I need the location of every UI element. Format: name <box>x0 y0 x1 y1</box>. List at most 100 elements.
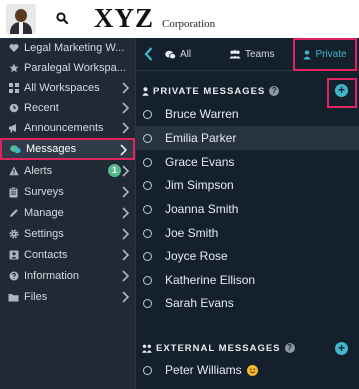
tab-all[interactable]: All <box>165 38 191 71</box>
contact-item[interactable]: Peter Williams <box>136 359 359 381</box>
sidebar-item-files[interactable]: Files <box>0 287 135 307</box>
sidebar-item-messages[interactable]: Messages <box>0 138 135 160</box>
chat-bubbles-icon <box>165 50 176 60</box>
contact-item[interactable]: Sarah Evans <box>136 292 359 314</box>
status-ring-icon <box>143 157 152 167</box>
sidebar-item-settings[interactable]: Settings <box>0 224 135 244</box>
sidebar-item-label: All Workspaces <box>24 82 100 94</box>
tab-teams[interactable]: Teams <box>229 38 274 71</box>
status-ring-icon <box>143 228 152 238</box>
status-ring-icon <box>143 133 152 143</box>
clipboard-icon <box>8 186 19 198</box>
sidebar-item-contacts[interactable]: Contacts <box>0 245 135 265</box>
contact-name: Joe Smith <box>165 226 219 240</box>
sidebar-item-recent[interactable]: Recent <box>0 98 135 118</box>
contact-item[interactable]: Grace Evans <box>136 151 359 173</box>
status-ring-icon <box>143 251 152 261</box>
contact-item[interactable]: Joyce Rose <box>136 245 359 267</box>
sidebar-item-label: Paralegal Workspa... <box>24 62 126 74</box>
sidebar-item-label: Surveys <box>24 186 64 198</box>
chevron-right-icon <box>122 82 129 94</box>
sidebar-item-label: Information <box>24 270 80 282</box>
heart-icon <box>8 43 19 54</box>
sidebar-item-label: Alerts <box>24 165 53 177</box>
status-ring-icon <box>143 204 152 214</box>
contact-name: Emilia Parker <box>165 131 237 145</box>
tab-private[interactable]: Private <box>293 38 357 71</box>
contact-item[interactable]: Joanna Smith <box>136 198 359 220</box>
sidebar-item-alerts[interactable]: Alerts 1 <box>0 161 135 181</box>
chat-bubbles-icon <box>10 144 21 155</box>
private-messages-title: PRIVATE MESSAGES <box>153 85 266 97</box>
private-messages-heading: PRIVATE MESSAGES ? <box>142 84 280 98</box>
sidebar-item-label: Contacts <box>24 249 68 261</box>
contact-name: Bruce Warren <box>165 107 239 121</box>
sidebar-item-paralegal-workspace[interactable]: Paralegal Workspa... <box>0 58 135 78</box>
sidebar-item-surveys[interactable]: Surveys <box>0 182 135 202</box>
star-icon <box>8 63 19 74</box>
contact-name: Joanna Smith <box>165 202 239 216</box>
team-icon <box>229 50 241 59</box>
search-icon[interactable] <box>56 12 68 24</box>
chevron-right-icon <box>122 102 129 114</box>
contact-item[interactable]: Emilia Parker <box>136 126 359 150</box>
status-ring-icon <box>143 298 152 308</box>
sidebar-item-announcements[interactable]: Announcements <box>0 118 135 138</box>
sidebar-item-label: Announcements <box>24 122 104 134</box>
megaphone-icon <box>8 123 19 134</box>
contact-item[interactable]: Bruce Warren <box>136 103 359 125</box>
sidebar-item-all-workspaces[interactable]: All Workspaces <box>0 78 135 98</box>
external-messages-title: EXTERNAL MESSAGES <box>156 342 281 354</box>
chevron-right-icon <box>122 270 129 282</box>
add-external-message-button[interactable]: + <box>335 342 348 355</box>
status-ring-icon <box>143 109 152 119</box>
chevron-right-icon <box>122 249 129 261</box>
tab-teams-label: Teams <box>245 49 275 60</box>
message-tabs: All Teams Private <box>136 38 359 71</box>
person-icon <box>142 86 149 96</box>
question-icon <box>8 271 19 282</box>
tab-all-label: All <box>180 49 192 60</box>
chevron-right-icon <box>122 165 129 177</box>
contact-name: Grace Evans <box>165 155 235 169</box>
contact-item[interactable]: Katherine Ellison <box>136 269 359 291</box>
top-bar: XYZ Corporation <box>0 0 359 38</box>
sidebar-item-label: Recent <box>24 102 59 114</box>
tab-private-label: Private <box>315 49 347 60</box>
sidebar-item-label: Settings <box>24 228 64 240</box>
person-icon <box>303 49 312 60</box>
contact-name: Peter Williams <box>165 363 242 377</box>
contact-name: Jim Simpson <box>165 178 234 192</box>
status-ring-icon <box>143 365 152 375</box>
chevron-right-icon <box>122 186 129 198</box>
add-private-message-button[interactable]: + <box>335 84 348 97</box>
contact-name: Sarah Evans <box>165 296 234 310</box>
chevron-right-icon <box>122 291 129 303</box>
chevron-right-icon <box>122 122 129 134</box>
sidebar-item-label: Legal Marketing W... <box>24 42 125 54</box>
help-icon[interactable]: ? <box>269 86 280 96</box>
user-avatar[interactable] <box>6 4 36 34</box>
grid-icon <box>8 83 19 94</box>
status-ring-icon <box>143 275 152 285</box>
chevron-right-icon <box>122 228 129 240</box>
alerts-count-badge: 1 <box>108 164 121 177</box>
sidebar: Legal Marketing W... Paralegal Workspa..… <box>0 38 135 389</box>
chevron-left-icon[interactable] <box>144 47 153 61</box>
contact-name: Joyce Rose <box>165 249 228 263</box>
sidebar-item-legal-marketing[interactable]: Legal Marketing W... <box>0 38 135 58</box>
folder-icon <box>8 292 19 303</box>
messages-panel: All Teams Private PRIVATE MESSAGES ? + B… <box>135 38 359 389</box>
external-messages-heading: EXTERNAL MESSAGES ? <box>142 341 295 355</box>
clock-icon <box>8 103 19 114</box>
alert-icon <box>8 166 19 177</box>
sidebar-item-manage[interactable]: Manage <box>0 203 135 223</box>
sidebar-item-information[interactable]: Information <box>0 266 135 286</box>
chevron-right-icon <box>122 207 129 219</box>
contact-item[interactable]: Jim Simpson <box>136 174 359 196</box>
contact-item[interactable]: Joe Smith <box>136 222 359 244</box>
status-ring-icon <box>143 180 152 190</box>
gear-icon <box>8 229 19 240</box>
help-icon[interactable]: ? <box>284 343 295 353</box>
contact-name: Katherine Ellison <box>165 273 256 287</box>
